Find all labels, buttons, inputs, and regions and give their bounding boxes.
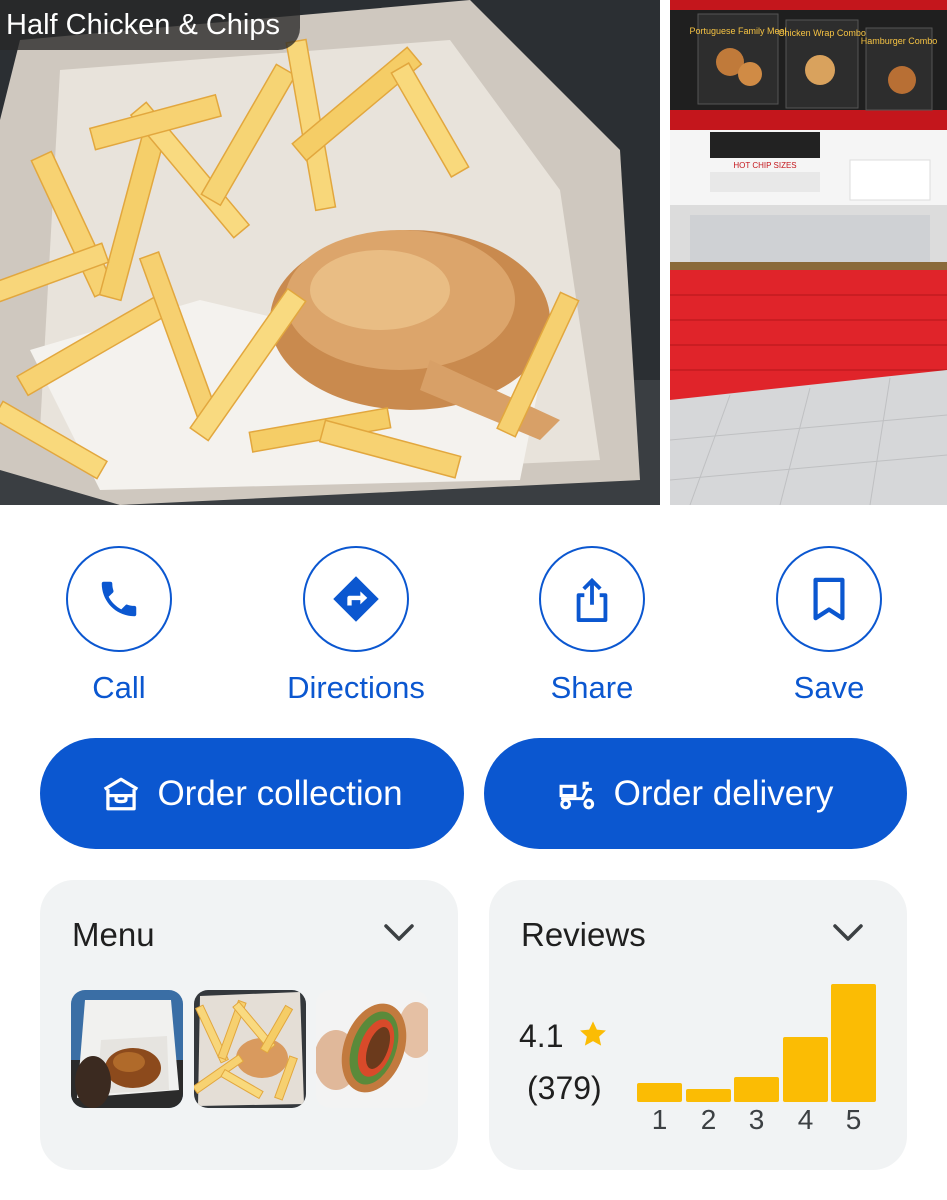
rating-bar-label-2: 2 (700, 1104, 717, 1135)
menu-photo-2-image (194, 990, 306, 1108)
sign-2-text: Chicken Wrap Combo (778, 28, 866, 38)
rating-distribution-chart (637, 980, 877, 1102)
rating-bar-label-1: 1 (651, 1104, 668, 1135)
bookmark-icon (813, 577, 845, 621)
directions-circle[interactable] (303, 546, 409, 652)
reviews-card-title: Reviews (521, 916, 646, 953)
menu-photo-2[interactable] (194, 990, 306, 1108)
rating-bar-2 (686, 1089, 731, 1102)
share-button[interactable]: Share (502, 546, 682, 708)
menu-photo-3[interactable] (316, 990, 428, 1108)
menu-card[interactable]: Menu (40, 880, 458, 1170)
call-button[interactable]: Call (29, 546, 209, 708)
order-delivery-button[interactable]: Order delivery (484, 738, 907, 849)
rating-bar-3 (734, 1077, 779, 1102)
rating-bar-label-4: 4 (797, 1104, 814, 1135)
rating-bar-label-5: 5 (845, 1104, 862, 1135)
menu-photo-1-image (71, 990, 183, 1108)
review-count: (379) (527, 1070, 602, 1106)
order-delivery-label: Order delivery (613, 773, 834, 813)
rating-bar-5 (831, 984, 876, 1102)
menu-photo-3-image (316, 990, 428, 1108)
chevron-down-icon[interactable] (831, 922, 865, 944)
rating-bar-1 (637, 1083, 682, 1102)
side-banner-text: HOT CHIP SIZES (733, 161, 796, 170)
order-collection-label: Order collection (157, 773, 403, 813)
sign-3-text: Hamburger Combo (861, 36, 938, 46)
share-label: Share (550, 670, 634, 705)
rating-bar-label-3: 3 (748, 1104, 765, 1135)
directions-label: Directions (287, 670, 425, 705)
photo-caption: Half Chicken & Chips (0, 0, 300, 50)
chevron-down-icon[interactable] (382, 922, 416, 944)
directions-icon (333, 576, 379, 622)
call-label: Call (92, 670, 146, 705)
share-icon (576, 577, 608, 622)
sign-1-text: Portuguese Family Meal (689, 26, 786, 36)
save-circle[interactable] (776, 546, 882, 652)
reviews-card[interactable]: Reviews 4.1 (379) 1 23 45 (489, 880, 907, 1170)
directions-button[interactable]: Directions (266, 546, 446, 708)
menu-photo-1[interactable] (71, 990, 183, 1108)
photo-shop-counter[interactable]: Portuguese Family Meal Chicken Wrap Comb… (670, 0, 947, 505)
store-pickup-icon (104, 777, 139, 810)
photo-half-chicken-and-chips[interactable]: Half Chicken & Chips (0, 0, 660, 505)
save-button[interactable]: Save (739, 546, 919, 708)
photo-gallery: Half Chicken & Chips Portuguese Family M… (0, 0, 947, 505)
shop-photo: Portuguese Family Meal Chicken Wrap Comb… (670, 0, 947, 505)
share-circle[interactable] (539, 546, 645, 652)
delivery-scooter-icon (559, 781, 594, 809)
call-circle[interactable] (66, 546, 172, 652)
star-icon (580, 1021, 606, 1046)
phone-icon (101, 581, 137, 617)
order-collection-button[interactable]: Order collection (40, 738, 464, 849)
food-photo (0, 0, 660, 505)
save-label: Save (793, 670, 865, 705)
rating-bar-4 (783, 1037, 828, 1102)
menu-card-title: Menu (72, 916, 155, 953)
rating-value: 4.1 (519, 1018, 564, 1054)
